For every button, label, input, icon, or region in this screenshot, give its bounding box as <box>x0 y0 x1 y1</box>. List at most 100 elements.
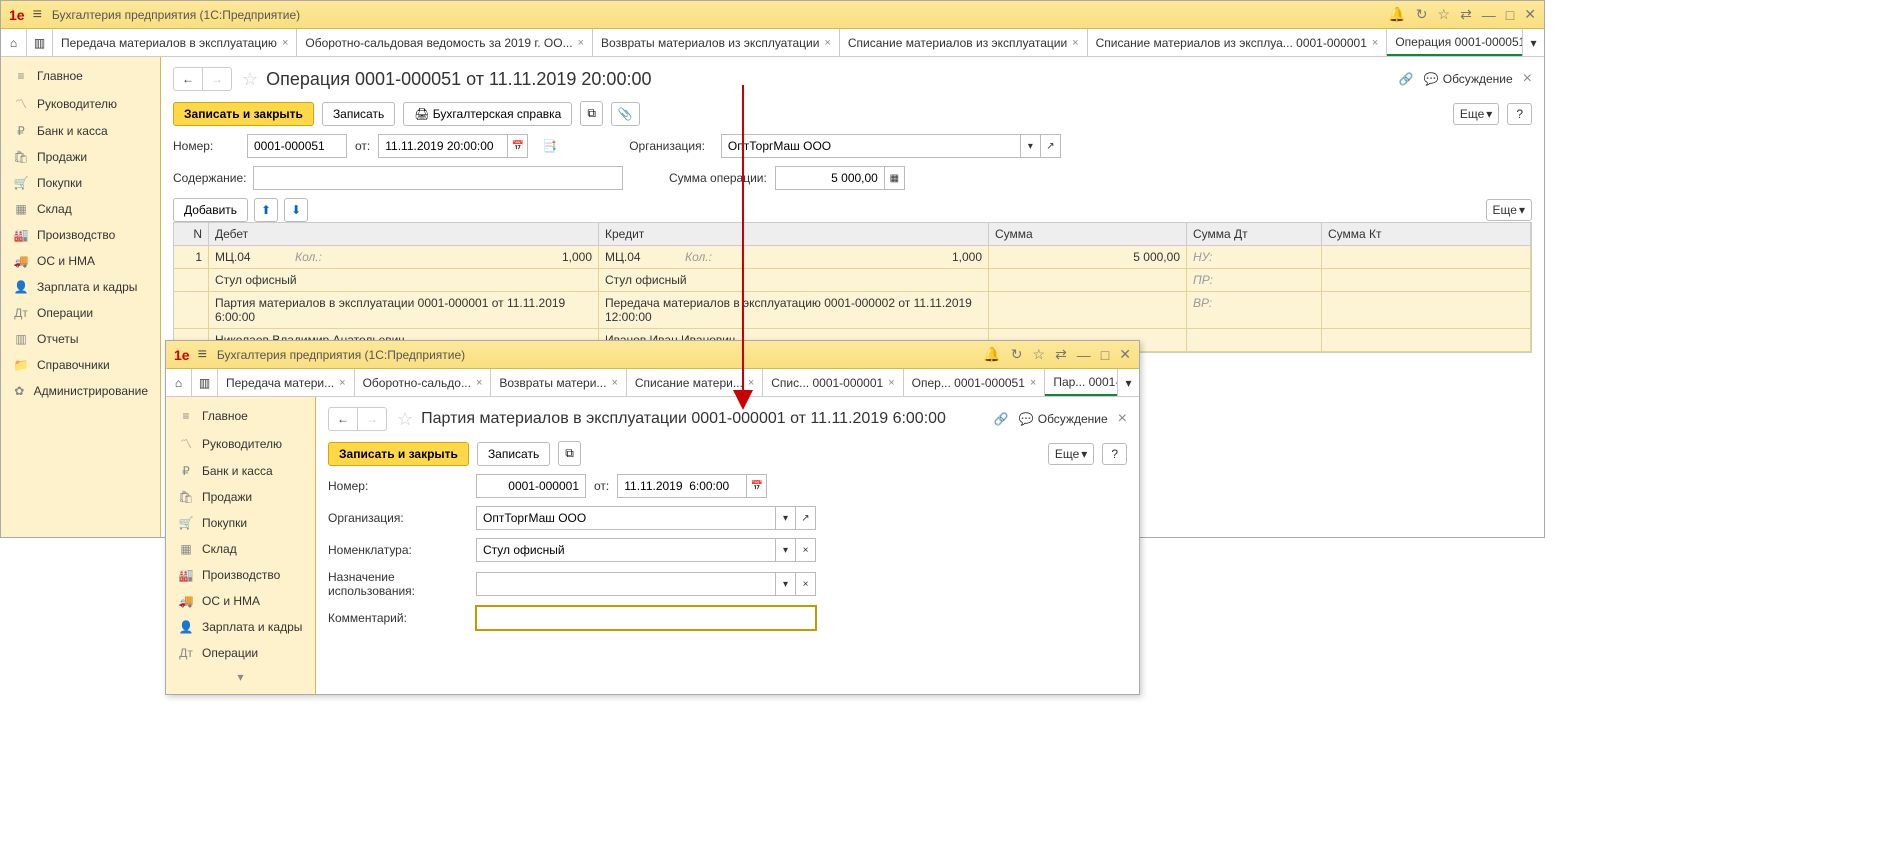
tab-0[interactable]: Передача материалов в эксплуатацию× <box>53 29 297 56</box>
tab-close-icon[interactable]: × <box>1372 37 1378 49</box>
tab-dropdown[interactable]: ▾ <box>1522 29 1544 56</box>
tab-close-icon[interactable]: × <box>824 37 830 49</box>
calendar-icon[interactable]: 📅 <box>508 134 528 158</box>
discuss-button[interactable]: 💬Обсуждение <box>1424 72 1513 86</box>
sidebar-item-bank[interactable]: ₽Банк и касса <box>1 118 160 144</box>
move-down-icon[interactable]: ⬇ <box>284 198 308 222</box>
org-input[interactable] <box>721 134 1021 158</box>
sidebar-item-production[interactable]: 🏭Производство <box>166 562 315 588</box>
sidebar-item-admin[interactable]: ✿Администрирование <box>1 378 160 404</box>
org-input[interactable] <box>476 506 776 530</box>
calendar-icon[interactable]: 📅 <box>747 474 767 498</box>
sidebar-item-warehouse[interactable]: ▦Склад <box>1 196 160 222</box>
tab-close-icon[interactable]: × <box>1072 37 1078 49</box>
sidebar-expand-icon[interactable]: ▾ <box>166 666 315 688</box>
bell-icon[interactable]: 🔔 <box>1388 6 1405 23</box>
inner-tab-0[interactable]: Передача матери...× <box>218 369 355 396</box>
help-button[interactable]: ? <box>1102 443 1127 465</box>
col-sumdt[interactable]: Сумма Дт <box>1187 223 1322 245</box>
move-up-icon[interactable]: ⬆ <box>254 198 278 222</box>
back-icon[interactable]: ← <box>174 68 203 90</box>
sidebar-item-sales[interactable]: 🛍Продажи <box>1 144 160 170</box>
favorite-icon[interactable]: ☆ <box>242 69 258 90</box>
inner-tab-3[interactable]: Списание матери...× <box>627 369 763 396</box>
tab-5[interactable]: Операция 0001-000051 от 11.11.2019 20:00… <box>1387 29 1522 56</box>
save-close-button[interactable]: Записать и закрыть <box>173 102 314 126</box>
maximize-icon[interactable]: □ <box>1506 7 1514 23</box>
tab-close-icon[interactable]: × <box>282 37 288 49</box>
options-icon[interactable]: ⇄ <box>1055 346 1067 363</box>
col-sumkt[interactable]: Сумма Кт <box>1322 223 1531 245</box>
discuss-button[interactable]: 💬Обсуждение <box>1019 412 1108 426</box>
tab-1[interactable]: Оборотно-сальдовая ведомость за 2019 г. … <box>297 29 593 56</box>
dropdown-icon[interactable]: ▾ <box>776 506 796 530</box>
sidebar-item-purchases[interactable]: 🛒Покупки <box>166 510 315 536</box>
desc-input[interactable] <box>253 166 623 190</box>
hamburger-icon[interactable]: ≡ <box>198 346 207 364</box>
grid-row-1[interactable]: 1 МЦ.04 Кол.: 1,000 МЦ.04 Кол.: 1,000 5 … <box>174 246 1531 352</box>
link-icon[interactable]: 🔗 <box>1399 72 1414 86</box>
save-button[interactable]: Записать <box>477 442 550 466</box>
panels-icon[interactable]: ▥ <box>27 29 53 56</box>
sidebar-item-assets[interactable]: 🚚ОС и НМА <box>166 588 315 614</box>
tab-close-icon[interactable]: × <box>476 377 482 389</box>
tab-close-icon[interactable]: × <box>888 377 894 389</box>
col-sum[interactable]: Сумма <box>989 223 1187 245</box>
more-dropdown[interactable]: Еще▾ <box>1048 443 1094 465</box>
table-more-dropdown[interactable]: Еще▾ <box>1486 199 1532 221</box>
dropdown-icon[interactable]: ▾ <box>1021 134 1041 158</box>
close-icon[interactable]: ✕ <box>1524 6 1536 23</box>
tab-close-icon[interactable]: × <box>748 377 754 389</box>
link-icon[interactable]: 🔗 <box>994 412 1009 426</box>
inner-tab-1[interactable]: Оборотно-сальдо...× <box>355 369 492 396</box>
bell-icon[interactable]: 🔔 <box>983 346 1000 363</box>
col-n[interactable]: N <box>174 223 209 245</box>
close-doc-icon[interactable]: × <box>1523 70 1532 88</box>
open-calendar-icon[interactable]: 📑 <box>536 135 563 157</box>
sidebar-item-purchases[interactable]: 🛒Покупки <box>1 170 160 196</box>
tab-close-icon[interactable]: × <box>339 377 345 389</box>
sidebar-item-sales[interactable]: 🛍Продажи <box>166 484 315 510</box>
comment-input[interactable] <box>476 606 816 630</box>
close-doc-icon[interactable]: × <box>1118 410 1127 428</box>
back-icon[interactable]: ← <box>329 408 358 430</box>
tab-dropdown[interactable]: ▾ <box>1117 369 1139 396</box>
dropdown-icon[interactable]: ▾ <box>776 572 796 596</box>
sidebar-item-refs[interactable]: 📁Справочники <box>1 352 160 378</box>
sidebar-item-salary[interactable]: 👤Зарплата и кадры <box>1 274 160 300</box>
nav-back-fwd[interactable]: ←→ <box>173 67 232 91</box>
history-icon[interactable]: ↻ <box>1416 6 1428 23</box>
number-input[interactable] <box>247 134 347 158</box>
inner-tab-6[interactable]: Пар... 0001-000001× <box>1045 369 1117 396</box>
open-ref-icon[interactable]: ↗ <box>796 506 816 530</box>
nav-back-fwd[interactable]: ←→ <box>328 407 387 431</box>
col-debit[interactable]: Дебет <box>209 223 599 245</box>
minimize-icon[interactable]: — <box>1482 7 1496 23</box>
date-input[interactable] <box>617 474 747 498</box>
star-icon[interactable]: ☆ <box>1033 346 1046 363</box>
tab-close-icon[interactable]: × <box>578 37 584 49</box>
sidebar-item-bank[interactable]: ₽Банк и касса <box>166 458 315 484</box>
dropdown-icon[interactable]: ▾ <box>776 538 796 562</box>
clear-icon[interactable]: × <box>796 572 816 596</box>
nomenclature-input[interactable] <box>476 538 776 562</box>
tab-3[interactable]: Списание материалов из эксплуатации× <box>840 29 1088 56</box>
maximize-icon[interactable]: □ <box>1101 347 1109 363</box>
star-icon[interactable]: ☆ <box>1438 6 1451 23</box>
forward-icon[interactable]: → <box>203 68 231 90</box>
forward-icon[interactable]: → <box>358 408 386 430</box>
sidebar-item-operations[interactable]: ДтОперации <box>166 640 315 666</box>
sidebar-item-manager[interactable]: 〽Руководителю <box>1 89 160 118</box>
history-icon[interactable]: ↻ <box>1011 346 1023 363</box>
print-button[interactable]: 🖨 Бухгалтерская справка <box>403 102 572 126</box>
add-button[interactable]: Добавить <box>173 198 248 222</box>
sidebar-item-main[interactable]: ≡Главное <box>166 403 315 429</box>
close-icon[interactable]: ✕ <box>1119 346 1131 363</box>
col-credit[interactable]: Кредит <box>599 223 989 245</box>
hamburger-icon[interactable]: ≡ <box>33 6 42 24</box>
sidebar-item-assets[interactable]: 🚚ОС и НМА <box>1 248 160 274</box>
attach-icon-button[interactable]: 📎 <box>611 102 640 126</box>
inner-tab-4[interactable]: Спис... 0001-000001× <box>763 369 903 396</box>
home-icon[interactable]: ⌂ <box>166 369 192 396</box>
tab-close-icon[interactable]: × <box>611 377 617 389</box>
